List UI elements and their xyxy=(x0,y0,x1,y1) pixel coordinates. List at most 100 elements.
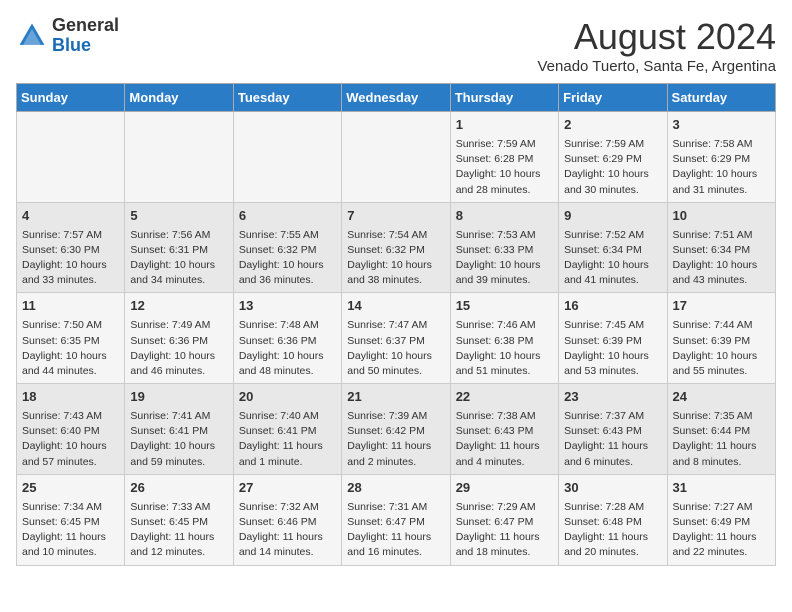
day-info: Sunset: 6:42 PM xyxy=(347,424,444,439)
day-info: and 18 minutes. xyxy=(456,545,553,560)
calendar-cell: 10Sunrise: 7:51 AMSunset: 6:34 PMDayligh… xyxy=(667,202,775,293)
day-info: Daylight: 10 hours xyxy=(673,258,770,273)
day-info: Daylight: 11 hours xyxy=(456,530,553,545)
calendar-cell: 22Sunrise: 7:38 AMSunset: 6:43 PMDayligh… xyxy=(450,384,558,475)
day-info: and 4 minutes. xyxy=(456,455,553,470)
day-info: Sunrise: 7:41 AM xyxy=(130,409,227,424)
day-info: Daylight: 11 hours xyxy=(239,530,336,545)
day-info: Daylight: 10 hours xyxy=(347,349,444,364)
day-info: and 34 minutes. xyxy=(130,273,227,288)
calendar-cell: 9Sunrise: 7:52 AMSunset: 6:34 PMDaylight… xyxy=(559,202,667,293)
day-number: 15 xyxy=(456,297,553,316)
day-info: Sunset: 6:36 PM xyxy=(130,334,227,349)
day-number: 3 xyxy=(673,116,770,135)
day-number: 7 xyxy=(347,207,444,226)
calendar-cell xyxy=(17,112,125,203)
day-info: Sunrise: 7:40 AM xyxy=(239,409,336,424)
day-number: 6 xyxy=(239,207,336,226)
day-info: and 55 minutes. xyxy=(673,364,770,379)
day-info: Sunrise: 7:31 AM xyxy=(347,500,444,515)
day-info: Sunset: 6:41 PM xyxy=(130,424,227,439)
day-info: Sunset: 6:30 PM xyxy=(22,243,119,258)
day-info: Sunrise: 7:55 AM xyxy=(239,228,336,243)
location-text: Venado Tuerto, Santa Fe, Argentina xyxy=(537,58,776,75)
title-block: August 2024 Venado Tuerto, Santa Fe, Arg… xyxy=(537,16,776,75)
calendar-cell: 11Sunrise: 7:50 AMSunset: 6:35 PMDayligh… xyxy=(17,293,125,384)
day-info: Daylight: 11 hours xyxy=(22,530,119,545)
day-info: Daylight: 11 hours xyxy=(673,439,770,454)
day-number: 25 xyxy=(22,479,119,498)
week-row-5: 25Sunrise: 7:34 AMSunset: 6:45 PMDayligh… xyxy=(17,474,776,565)
day-info: Sunrise: 7:50 AM xyxy=(22,318,119,333)
logo-icon xyxy=(16,20,48,52)
day-info: Sunset: 6:43 PM xyxy=(564,424,661,439)
day-info: Sunrise: 7:32 AM xyxy=(239,500,336,515)
day-info: Daylight: 10 hours xyxy=(564,258,661,273)
day-info: Sunrise: 7:49 AM xyxy=(130,318,227,333)
day-info: Sunset: 6:34 PM xyxy=(564,243,661,258)
day-info: and 2 minutes. xyxy=(347,455,444,470)
day-info: Daylight: 10 hours xyxy=(239,258,336,273)
day-info: Sunrise: 7:59 AM xyxy=(456,137,553,152)
day-info: Sunrise: 7:52 AM xyxy=(564,228,661,243)
week-row-4: 18Sunrise: 7:43 AMSunset: 6:40 PMDayligh… xyxy=(17,384,776,475)
calendar-cell: 25Sunrise: 7:34 AMSunset: 6:45 PMDayligh… xyxy=(17,474,125,565)
day-info: Sunrise: 7:43 AM xyxy=(22,409,119,424)
day-info: Sunset: 6:31 PM xyxy=(130,243,227,258)
day-number: 30 xyxy=(564,479,661,498)
day-info: and 28 minutes. xyxy=(456,183,553,198)
day-info: Sunrise: 7:27 AM xyxy=(673,500,770,515)
day-number: 10 xyxy=(673,207,770,226)
day-info: and 10 minutes. xyxy=(22,545,119,560)
day-info: Daylight: 11 hours xyxy=(347,439,444,454)
day-info: Sunset: 6:46 PM xyxy=(239,515,336,530)
day-info: Daylight: 10 hours xyxy=(22,439,119,454)
day-info: Sunset: 6:47 PM xyxy=(347,515,444,530)
day-info: Sunset: 6:29 PM xyxy=(673,152,770,167)
day-info: Sunset: 6:28 PM xyxy=(456,152,553,167)
calendar-cell: 3Sunrise: 7:58 AMSunset: 6:29 PMDaylight… xyxy=(667,112,775,203)
calendar-cell: 15Sunrise: 7:46 AMSunset: 6:38 PMDayligh… xyxy=(450,293,558,384)
calendar-cell: 29Sunrise: 7:29 AMSunset: 6:47 PMDayligh… xyxy=(450,474,558,565)
calendar-cell: 31Sunrise: 7:27 AMSunset: 6:49 PMDayligh… xyxy=(667,474,775,565)
week-row-3: 11Sunrise: 7:50 AMSunset: 6:35 PMDayligh… xyxy=(17,293,776,384)
day-info: Sunset: 6:37 PM xyxy=(347,334,444,349)
day-info: Sunset: 6:32 PM xyxy=(347,243,444,258)
calendar-body: 1Sunrise: 7:59 AMSunset: 6:28 PMDaylight… xyxy=(17,112,776,566)
day-info: Sunset: 6:45 PM xyxy=(22,515,119,530)
day-info: Sunset: 6:39 PM xyxy=(564,334,661,349)
day-info: and 1 minute. xyxy=(239,455,336,470)
logo-blue-text: Blue xyxy=(52,35,91,55)
calendar-cell: 13Sunrise: 7:48 AMSunset: 6:36 PMDayligh… xyxy=(233,293,341,384)
day-info: Sunrise: 7:54 AM xyxy=(347,228,444,243)
day-info: Sunrise: 7:33 AM xyxy=(130,500,227,515)
day-number: 12 xyxy=(130,297,227,316)
day-info: and 57 minutes. xyxy=(22,455,119,470)
day-number: 11 xyxy=(22,297,119,316)
calendar-cell: 12Sunrise: 7:49 AMSunset: 6:36 PMDayligh… xyxy=(125,293,233,384)
logo-general-text: General xyxy=(52,15,119,35)
day-number: 18 xyxy=(22,388,119,407)
day-number: 31 xyxy=(673,479,770,498)
day-info: and 33 minutes. xyxy=(22,273,119,288)
calendar-header: SundayMondayTuesdayWednesdayThursdayFrid… xyxy=(17,84,776,112)
week-row-2: 4Sunrise: 7:57 AMSunset: 6:30 PMDaylight… xyxy=(17,202,776,293)
day-number: 13 xyxy=(239,297,336,316)
day-number: 16 xyxy=(564,297,661,316)
day-info: Sunrise: 7:56 AM xyxy=(130,228,227,243)
day-number: 29 xyxy=(456,479,553,498)
day-info: Daylight: 10 hours xyxy=(564,349,661,364)
header-row: SundayMondayTuesdayWednesdayThursdayFrid… xyxy=(17,84,776,112)
day-info: Sunset: 6:32 PM xyxy=(239,243,336,258)
day-info: Sunrise: 7:51 AM xyxy=(673,228,770,243)
day-info: Sunset: 6:29 PM xyxy=(564,152,661,167)
calendar-cell: 14Sunrise: 7:47 AMSunset: 6:37 PMDayligh… xyxy=(342,293,450,384)
calendar-cell: 4Sunrise: 7:57 AMSunset: 6:30 PMDaylight… xyxy=(17,202,125,293)
day-info: and 8 minutes. xyxy=(673,455,770,470)
calendar-cell: 7Sunrise: 7:54 AMSunset: 6:32 PMDaylight… xyxy=(342,202,450,293)
logo: General Blue xyxy=(16,16,119,56)
day-info: and 30 minutes. xyxy=(564,183,661,198)
day-header-monday: Monday xyxy=(125,84,233,112)
day-info: Daylight: 11 hours xyxy=(456,439,553,454)
day-number: 5 xyxy=(130,207,227,226)
